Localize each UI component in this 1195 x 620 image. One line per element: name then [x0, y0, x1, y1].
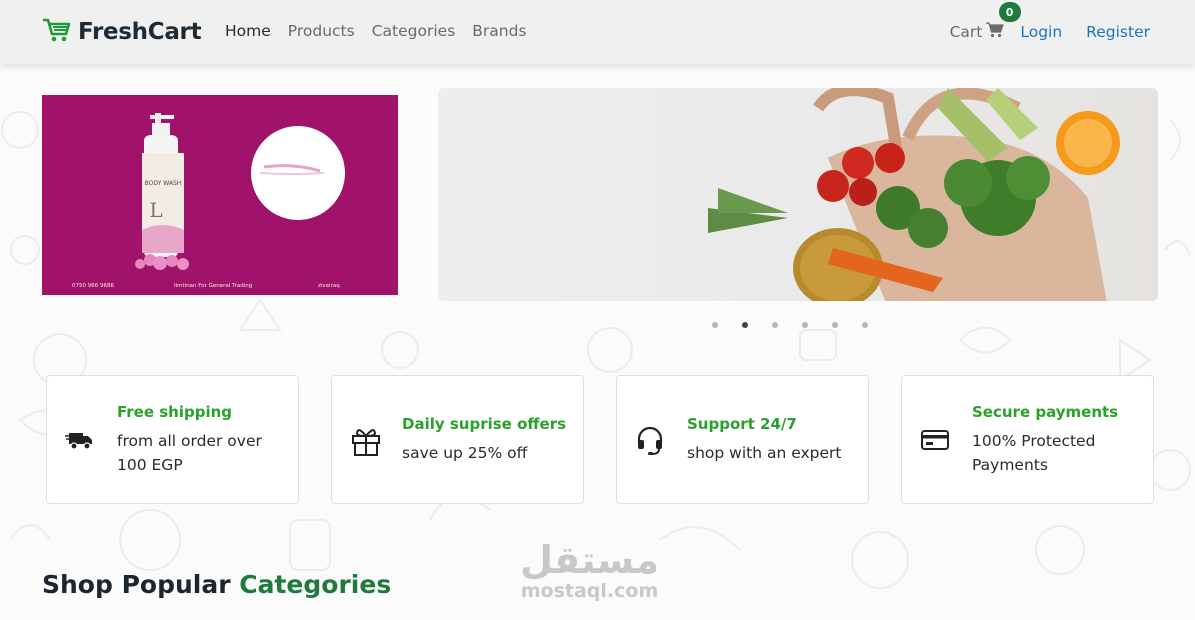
- slider-dot[interactable]: [862, 322, 868, 328]
- slider-dot[interactable]: [802, 322, 808, 328]
- slider-dot[interactable]: [712, 322, 718, 328]
- grocery-bag-image: [708, 88, 1120, 301]
- watermark-arabic: مستقل: [520, 538, 659, 582]
- gift-icon: [350, 425, 380, 456]
- watermark-latin: mostaql.com: [520, 580, 659, 602]
- slider-dots: [712, 322, 868, 328]
- top-navbar: FreshCart Home Products Categories Brand…: [0, 0, 1195, 64]
- feature-text: Secure payments 100% Protected Payments: [972, 403, 1143, 477]
- feature-text: Free shipping from all order over 100 EG…: [117, 403, 288, 477]
- section-heading-categories: Shop Popular Categories: [42, 570, 391, 599]
- credit-card-icon: [920, 425, 950, 455]
- feature-desc: save up 25% off: [402, 443, 528, 462]
- bottle-label-text: BODY WASH: [145, 180, 182, 187]
- promo-banner-body-wash[interactable]: BODY WASH L 0750 966 9686 Iimtinan For G…: [42, 95, 398, 295]
- banner-phone: 0750 966 9686: [72, 283, 114, 289]
- brand-name: FreshCart: [78, 19, 202, 45]
- banner-handle: zivairaq: [318, 283, 340, 289]
- feature-text: Support 24/7 shop with an expert: [687, 415, 858, 465]
- login-link[interactable]: Login: [1020, 23, 1062, 41]
- watermark-logo: مستقل mostaql.com: [520, 540, 659, 602]
- heading-accent: Categories: [239, 570, 392, 599]
- body-wash-product-image: BODY WASH L 0750 966 9686 Iimtinan For G…: [72, 113, 345, 289]
- cart-link[interactable]: Cart 0: [949, 2, 1021, 42]
- nav-link-categories[interactable]: Categories: [372, 22, 456, 40]
- feature-card-offers: Daily suprise offers save up 25% off: [331, 375, 584, 504]
- feature-title: Secure payments: [972, 402, 1119, 421]
- slider-dot[interactable]: [832, 322, 838, 328]
- hero-slider[interactable]: [438, 88, 1158, 301]
- user-nav: Cart 0 Login Register: [949, 2, 1150, 42]
- heading-prefix: Shop Popular: [42, 570, 231, 599]
- truck-icon: [65, 425, 95, 455]
- nav-link-home[interactable]: Home: [225, 22, 271, 40]
- main-nav: Home Products Categories Brands: [225, 22, 527, 40]
- feature-card-shipping: Free shipping from all order over 100 EG…: [46, 375, 299, 504]
- cart-icon: [986, 22, 1004, 42]
- feature-desc: 100% Protected Payments: [972, 431, 1096, 474]
- slider-dot-active[interactable]: [742, 322, 748, 328]
- brand-logo[interactable]: FreshCart: [42, 17, 202, 47]
- feature-desc: shop with an expert: [687, 443, 842, 462]
- feature-card-support: Support 24/7 shop with an expert: [616, 375, 869, 504]
- feature-title: Daily suprise offers: [402, 414, 567, 433]
- cart-count-badge: 0: [998, 2, 1021, 22]
- slider-dot[interactable]: [772, 322, 778, 328]
- cart-label: Cart: [949, 23, 983, 41]
- feature-title: Support 24/7: [687, 414, 797, 433]
- banner-company: Iimtinan For General Trading: [174, 283, 252, 289]
- feature-desc: from all order over 100 EGP: [117, 431, 262, 474]
- headset-icon: [635, 425, 665, 455]
- bottle-logo-letter: L: [149, 198, 162, 222]
- feature-text: Daily suprise offers save up 25% off: [402, 415, 573, 465]
- nav-link-brands[interactable]: Brands: [472, 22, 526, 40]
- register-link[interactable]: Register: [1086, 23, 1150, 41]
- shopping-cart-icon: [42, 17, 72, 47]
- nav-link-products[interactable]: Products: [288, 22, 355, 40]
- feature-title: Free shipping: [117, 402, 233, 421]
- feature-card-payments: Secure payments 100% Protected Payments: [901, 375, 1154, 504]
